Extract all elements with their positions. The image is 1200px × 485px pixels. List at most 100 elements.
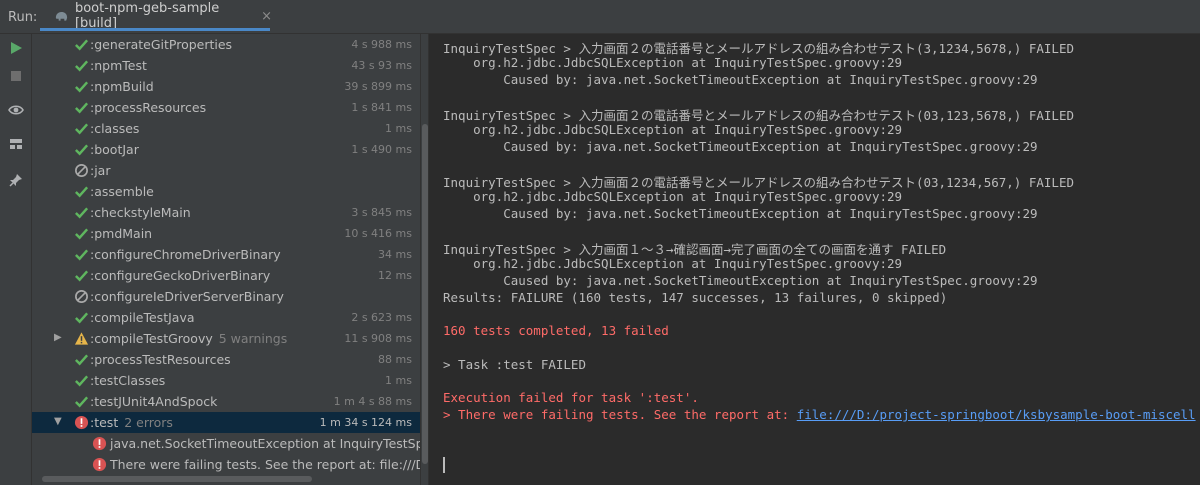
- build-tasks-tree[interactable]: :generateGitProperties 4 s 988 ms :npmTe…: [32, 34, 463, 485]
- tree-item-npmBuild[interactable]: :npmBuild 39 s 899 ms: [32, 76, 420, 97]
- tree-item-time: 1 s 841 ms: [351, 101, 412, 114]
- tree-item-npmTest[interactable]: :npmTest 43 s 93 ms: [32, 55, 420, 76]
- tree-item-label: :compileTestJava: [90, 310, 195, 325]
- tree-item-testClasses[interactable]: :testClasses 1 ms: [32, 370, 420, 391]
- check-icon: [75, 207, 89, 219]
- tree-item-test[interactable]: ▼ :test 2 errors 1 m 34 s 124 ms: [32, 412, 420, 433]
- tree-item-label: :npmBuild: [90, 79, 154, 94]
- tree-item-time: 39 s 899 ms: [344, 80, 412, 93]
- active-tab-indicator: [40, 28, 270, 31]
- console-line: Caused by: java.net.SocketTimeoutExcepti…: [443, 72, 1038, 87]
- tree-item-classes[interactable]: :classes 1 ms: [32, 118, 420, 139]
- check-icon: [75, 270, 89, 282]
- tree-item-time: 2 s 623 ms: [351, 311, 412, 324]
- tree-item-label: :npmTest: [90, 58, 147, 73]
- close-tab-icon[interactable]: ×: [261, 9, 272, 24]
- tree-item-configureGeckoDriverBinary[interactable]: :configureGeckoDriverBinary 12 ms: [32, 265, 420, 286]
- task-name: :test: [90, 415, 119, 430]
- tree-item-pmdMain[interactable]: :pmdMain 10 s 416 ms: [32, 223, 420, 244]
- console-line: Caused by: java.net.SocketTimeoutExcepti…: [443, 273, 1038, 288]
- tree-item-time: 34 ms: [378, 248, 412, 261]
- tree-item-label: :processResources: [90, 100, 207, 115]
- warning-icon: [74, 332, 89, 345]
- collapse-arrow-icon[interactable]: ▼: [54, 416, 62, 427]
- check-icon: [75, 60, 89, 72]
- tree-item-label: :configureChromeDriverBinary: [90, 247, 281, 262]
- tree-item-generateGitProperties[interactable]: :generateGitProperties 4 s 988 ms: [32, 34, 420, 55]
- console-line: org.h2.jdbc.JdbcSQLException at InquiryT…: [443, 55, 903, 70]
- console-line: Caused by: java.net.SocketTimeoutExcepti…: [443, 206, 1038, 221]
- check-icon: [75, 186, 89, 198]
- tree-item-time: 12 ms: [378, 269, 412, 282]
- console-line: org.h2.jdbc.JdbcSQLException at InquiryT…: [443, 256, 903, 271]
- console-line: org.h2.jdbc.JdbcSQLException at InquiryT…: [443, 122, 903, 137]
- tree-item-jar[interactable]: :jar: [32, 160, 420, 181]
- results-summary-line: Results: FAILURE (160 tests, 147 success…: [443, 290, 948, 305]
- check-icon: [75, 81, 89, 93]
- tree-item-label: :generateGitProperties: [90, 37, 233, 52]
- tree-item-time: 43 s 93 ms: [351, 59, 412, 72]
- tree-item-time: 4 s 988 ms: [351, 38, 412, 51]
- tree-item-compileTestJava[interactable]: :compileTestJava 2 s 623 ms: [32, 307, 420, 328]
- tree-item-error-failing-tests[interactable]: There were failing tests. See the report…: [32, 454, 454, 475]
- report-link[interactable]: file:///D:/project-springboot/ksbysample…: [797, 407, 1196, 422]
- tree-item-processTestResources[interactable]: :processTestResources 88 ms: [32, 349, 420, 370]
- error-icon: [92, 436, 107, 451]
- gradle-elephant-icon: [55, 12, 68, 21]
- tree-item-time: 88 ms: [378, 353, 412, 366]
- eye-icon[interactable]: [8, 102, 24, 118]
- tree-item-label: :compileTestGroovy 5 warnings: [90, 331, 287, 346]
- layout-icon[interactable]: [8, 136, 24, 152]
- skipped-icon: [75, 290, 88, 303]
- tree-item-label: :assemble: [90, 184, 154, 199]
- task-name: :compileTestGroovy: [90, 331, 213, 346]
- tree-horizontal-scrollbar[interactable]: [42, 476, 312, 482]
- tree-item-time: 10 s 416 ms: [344, 227, 412, 240]
- expand-arrow-icon[interactable]: ▶: [54, 332, 62, 343]
- tree-item-label: :test 2 errors: [90, 415, 173, 430]
- failing-tests-text: > There were failing tests. See the repo…: [443, 407, 797, 422]
- tree-item-time: 1 s 490 ms: [351, 143, 412, 156]
- check-icon: [75, 144, 89, 156]
- check-icon: [75, 312, 89, 324]
- run-tool-window-header: Run: boot-npm-geb-sample [build] ×: [0, 0, 1200, 34]
- tree-item-compileTestGroovy[interactable]: ▶ :compileTestGroovy 5 warnings 11 s 908 …: [32, 328, 420, 349]
- tree-item-label: java.net.SocketTimeoutException at Inqui…: [110, 436, 463, 451]
- failing-tests-line: > There were failing tests. See the repo…: [443, 407, 1196, 422]
- console-output[interactable]: InquiryTestSpec > 入力画面２の電話番号とメールアドレスの組み合…: [428, 34, 1200, 485]
- check-icon: [75, 39, 89, 51]
- tests-completed-line: 160 tests completed, 13 failed: [443, 323, 669, 338]
- tree-item-checkstyleMain[interactable]: :checkstyleMain 3 s 845 ms: [32, 202, 420, 223]
- tree-item-configureChromeDriverBinary[interactable]: :configureChromeDriverBinary 34 ms: [32, 244, 420, 265]
- tree-item-testJUnit4AndSpock[interactable]: :testJUnit4AndSpock 1 m 4 s 88 ms: [32, 391, 420, 412]
- stop-icon[interactable]: [8, 68, 24, 84]
- tree-item-bootJar[interactable]: :bootJar 1 s 490 ms: [32, 139, 420, 160]
- tree-item-time: 3 s 845 ms: [351, 206, 412, 219]
- tree-item-time: 11 s 908 ms: [344, 332, 412, 345]
- pin-icon[interactable]: [8, 172, 24, 188]
- run-tab-title: boot-npm-geb-sample [build]: [74, 1, 220, 31]
- warnings-count: 5 warnings: [218, 331, 288, 346]
- tree-item-error-socket-timeout[interactable]: java.net.SocketTimeoutException at Inqui…: [32, 433, 463, 454]
- check-icon: [75, 354, 89, 366]
- tree-item-time: 1 m 34 s 124 ms: [319, 416, 412, 429]
- tree-vertical-scrollbar[interactable]: [420, 34, 428, 485]
- tree-item-label: :testClasses: [90, 373, 166, 388]
- rerun-icon[interactable]: [8, 40, 24, 56]
- tree-item-label: :checkstyleMain: [90, 205, 191, 220]
- tree-item-time: 1 m 4 s 88 ms: [333, 395, 412, 408]
- tree-item-label: :pmdMain: [90, 226, 153, 241]
- errors-count: 2 errors: [124, 415, 173, 430]
- tree-item-label: :processTestResources: [90, 352, 231, 367]
- check-icon: [75, 396, 89, 408]
- tree-item-processResources[interactable]: :processResources 1 s 841 ms: [32, 97, 420, 118]
- tree-item-label: :classes: [90, 121, 140, 136]
- tree-item-configureIeDriverServerBinary[interactable]: :configureIeDriverServerBinary: [32, 286, 420, 307]
- tree-item-label: :configureIeDriverServerBinary: [90, 289, 284, 304]
- tree-item-time: 1 ms: [385, 374, 412, 387]
- tree-item-assemble[interactable]: :assemble: [32, 181, 420, 202]
- check-icon: [75, 228, 89, 240]
- check-icon: [75, 249, 89, 261]
- console-line: Caused by: java.net.SocketTimeoutExcepti…: [443, 139, 1038, 154]
- tree-item-label: :jar: [90, 163, 111, 178]
